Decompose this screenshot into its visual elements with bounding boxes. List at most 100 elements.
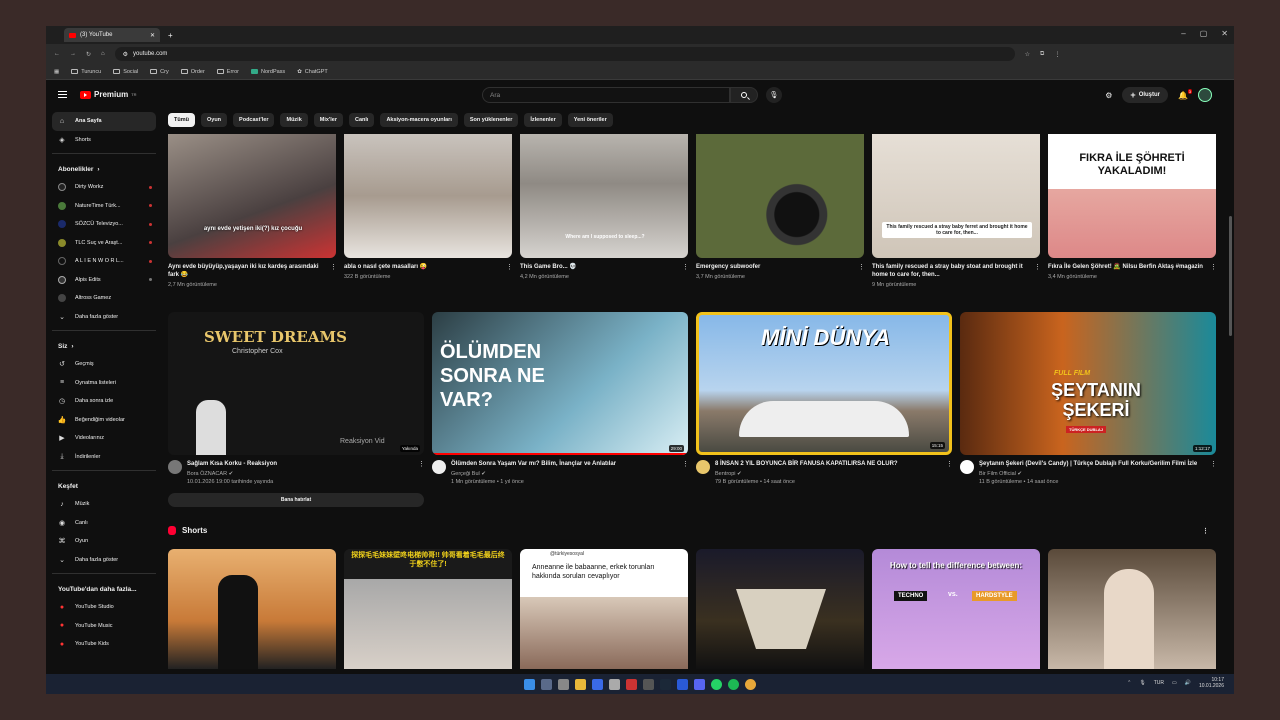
video-card[interactable]: SWEET DREAMS Christopher Cox Reaksiyon V…: [168, 311, 425, 507]
video-card[interactable]: MİNİ DÜNYA 15:15 8 İNSAN 2 YIL BOYUNCA B…: [696, 311, 953, 507]
more-options-icon[interactable]: ⋮: [1210, 460, 1217, 487]
bookmark-item[interactable]: ✿ ChatGPT: [297, 69, 328, 75]
video-thumbnail[interactable]: SWEET DREAMS Christopher Cox Reaksiyon V…: [168, 311, 424, 455]
short-thumbnail[interactable]: aynı evde yetişen iki(?) kız çocuğu: [168, 134, 336, 258]
video-title[interactable]: 8 İNSAN 2 YIL BOYUNCA BİR FANUSA KAPATIL…: [715, 460, 941, 468]
hamburger-menu-icon[interactable]: [58, 91, 67, 98]
short-thumbnail[interactable]: [696, 134, 864, 258]
url-field[interactable]: ⚙ youtube.com: [114, 47, 1015, 61]
microphone-icon[interactable]: 🎙: [1139, 680, 1145, 686]
short-card[interactable]: This family rescued a stray baby ferret …: [872, 134, 1041, 290]
more-options-icon[interactable]: ⋮: [946, 460, 953, 487]
sidebar-item-subscription[interactable]: A L I E N W O R L...: [52, 252, 156, 271]
more-options-icon[interactable]: ⋮: [1210, 263, 1217, 282]
search-input[interactable]: Ara: [482, 87, 730, 103]
video-thumbnail[interactable]: FULL FILM ŞEYTANIN ŞEKERİ TÜRKÇE DUBLAJ …: [960, 311, 1216, 455]
maximize-icon[interactable]: ▢: [1200, 29, 1208, 38]
bookmark-star-icon[interactable]: ☆: [1025, 51, 1030, 58]
sidebar-item-your-videos[interactable]: ▶ Videolarınız: [52, 429, 156, 448]
create-button[interactable]: + Oluştur: [1122, 87, 1169, 103]
chip[interactable]: Canlı: [348, 113, 375, 127]
tab-close-icon[interactable]: ✕: [150, 32, 155, 39]
sidebar-item-watch-later[interactable]: ◷ Daha sonra izle: [52, 392, 156, 411]
search-button[interactable]: [730, 87, 758, 103]
more-options-icon[interactable]: ⋮: [1202, 527, 1209, 535]
more-options-icon[interactable]: ⋮: [858, 263, 865, 282]
channel-name[interactable]: Gerçeği Bul ✔: [451, 471, 677, 479]
short-card[interactable]: Where am I supposed to sleep...? This Ga…: [520, 134, 689, 290]
sidebar-item-music-app[interactable]: ● YouTube Music: [52, 617, 156, 636]
browser-menu-icon[interactable]: ⋮: [1054, 51, 1060, 58]
spotify-icon[interactable]: [728, 678, 739, 690]
browser-tab[interactable]: (3) YouTube ✕: [64, 28, 160, 42]
sidebar-item-playlists[interactable]: ≡ Oynatma listeleri: [52, 374, 156, 393]
bookmark-item[interactable]: NordPass: [251, 69, 285, 75]
app-icon[interactable]: [643, 678, 654, 690]
more-options-icon[interactable]: ⋮: [682, 263, 689, 282]
channel-avatar[interactable]: [960, 459, 974, 474]
channel-avatar[interactable]: [432, 459, 446, 474]
sidebar-item-home[interactable]: ⌂ Ana Sayfa: [52, 112, 156, 131]
language-indicator[interactable]: TUR: [1154, 680, 1164, 686]
short-card[interactable]: Emergency subwoofer 3,7 Mn görüntüleme ⋮: [696, 134, 865, 290]
video-title[interactable]: Emergency subwoofer: [696, 263, 853, 271]
channel-name[interactable]: Bir Film Official ✔: [979, 471, 1205, 479]
short-card[interactable]: aynı evde yetişen iki(?) kız çocuğu Aynı…: [168, 134, 337, 290]
discord-icon[interactable]: [694, 678, 705, 690]
apps-grid-icon[interactable]: ▦: [54, 69, 59, 75]
short-card[interactable]: 探探毛毛妹妹壁咚电梯帅哥!! 帅哥看着毛毛最后终于憋不住了!: [344, 548, 512, 669]
short-thumbnail[interactable]: Where am I supposed to sleep...?: [520, 134, 688, 258]
video-title[interactable]: This Game Bro... 💀: [520, 263, 677, 271]
sidebar-item-liked[interactable]: 👍 Beğendiğim videolar: [52, 411, 156, 430]
sidebar-item-subscription[interactable]: TLC Suç ve Araşt...: [52, 234, 156, 253]
short-thumbnail[interactable]: [344, 134, 512, 258]
video-thumbnail[interactable]: MİNİ DÜNYA 15:15: [696, 311, 952, 455]
short-thumbnail[interactable]: FIKRA İLE ŞÖHRETİ YAKALADIM!: [1048, 134, 1216, 258]
channel-avatar[interactable]: [168, 459, 182, 474]
channel-avatar[interactable]: [696, 459, 710, 474]
bookmark-item[interactable]: Turuncu: [71, 69, 101, 75]
sidebar-item-history[interactable]: ↺ Geçmiş: [52, 355, 156, 374]
short-card[interactable]: FIKRA İLE ŞÖHRETİ YAKALADIM! Fıkra İle G…: [1048, 134, 1217, 290]
video-title[interactable]: abla o nasıl çete masalları 😜: [344, 263, 501, 271]
video-title[interactable]: This family rescued a stray baby stoat a…: [872, 263, 1029, 279]
bookmark-item[interactable]: Error: [216, 69, 239, 75]
chip[interactable]: Müzik: [280, 113, 308, 127]
you-heading[interactable]: Siz ›: [52, 337, 156, 355]
settings-icon[interactable]: [558, 678, 569, 690]
more-options-icon[interactable]: ⋮: [506, 263, 513, 282]
app-icon[interactable]: [609, 678, 620, 690]
app-icon[interactable]: [677, 678, 688, 690]
file-explorer-icon[interactable]: [575, 678, 586, 690]
short-card[interactable]: @türkiyesosyal Anneanne ile babaanne, er…: [520, 548, 688, 669]
network-icon[interactable]: ▭: [1172, 680, 1177, 686]
show-more-subscriptions[interactable]: ⌄ Daha fazla göster: [52, 308, 156, 327]
close-window-icon[interactable]: ✕: [1221, 29, 1228, 38]
bookmark-item[interactable]: Social: [113, 69, 138, 75]
sidebar-item-subscription[interactable]: NatureTime Türk...: [52, 197, 156, 216]
short-card[interactable]: How to tell the difference between: TECH…: [872, 548, 1040, 669]
show-more-explore[interactable]: ⌄ Daha fazla göster: [52, 551, 156, 570]
short-card[interactable]: [1048, 548, 1216, 669]
more-options-icon[interactable]: ⋮: [682, 460, 689, 487]
page-scrollbar[interactable]: [1229, 216, 1232, 336]
sidebar-item-kids[interactable]: ● YouTube Kids: [52, 635, 156, 654]
video-title[interactable]: Ölümden Sonra Yaşam Var mı? Bilim, İnanç…: [451, 460, 677, 468]
video-title[interactable]: Şeytanın Şekeri (Devil's Candy) | Türkçe…: [979, 460, 1205, 468]
sidebar-item-live[interactable]: ◉ Canlı: [52, 514, 156, 533]
sidebar-item-subscription[interactable]: Dirty Workz: [52, 178, 156, 197]
sidebar-item-subscription[interactable]: Alpis Edits: [52, 271, 156, 290]
chip[interactable]: Son yüklenenler: [463, 113, 519, 127]
bookmark-item[interactable]: Cry: [150, 69, 169, 75]
sidebar-item-music[interactable]: ♪ Müzik: [52, 495, 156, 514]
video-title[interactable]: Sağlam Kısa Korku - Reaksiyon: [187, 460, 413, 468]
site-info-icon[interactable]: ⚙: [123, 51, 128, 58]
app-icon[interactable]: [626, 678, 637, 690]
clock[interactable]: 10:17 10.01.2026: [1199, 677, 1224, 689]
chip[interactable]: Aksiyon-macera oyunları: [380, 113, 458, 127]
channel-name[interactable]: Bora ÖZNACAR ✔: [187, 471, 413, 479]
sidebar-item-downloads[interactable]: ⤓ İndirilenler: [52, 448, 156, 467]
sidebar-item-studio[interactable]: ● YouTube Studio: [52, 598, 156, 617]
short-card[interactable]: [696, 548, 864, 669]
minimize-icon[interactable]: –: [1181, 29, 1185, 38]
